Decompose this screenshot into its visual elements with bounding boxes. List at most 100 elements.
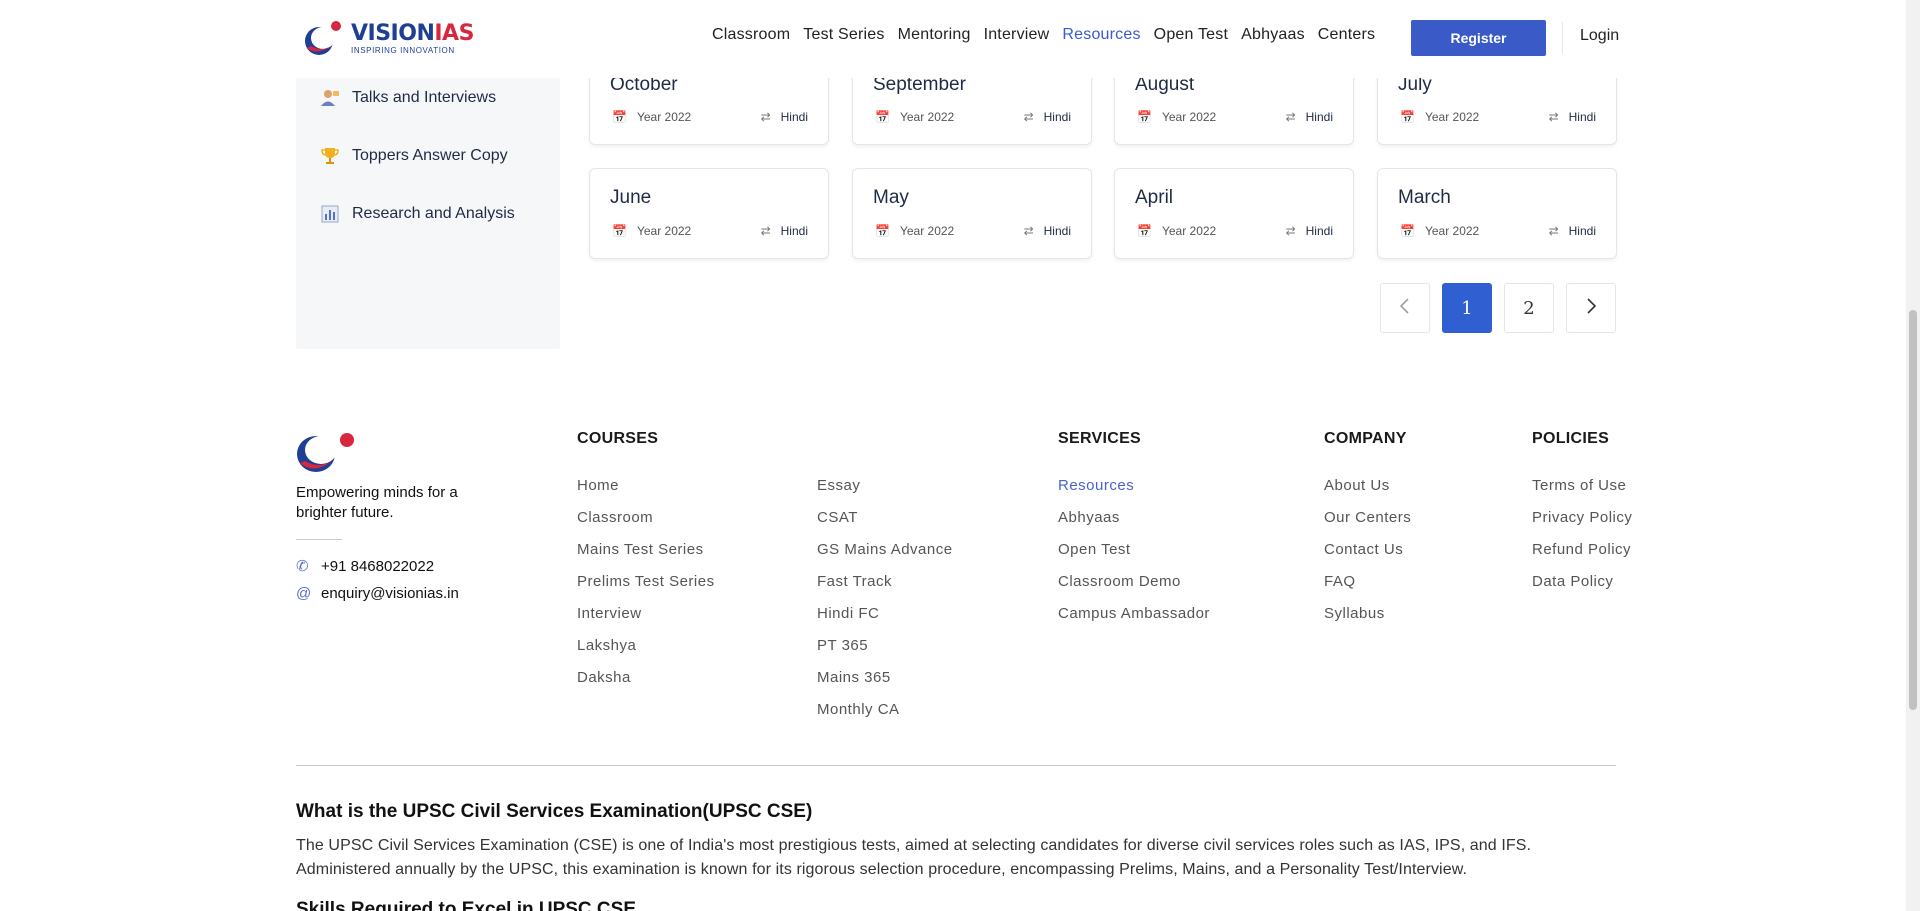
card-year-label: Year 2022 <box>1161 224 1217 238</box>
footer-tagline-divider <box>296 539 342 540</box>
footer-services-heading: SERVICES <box>1058 430 1142 447</box>
calendar-icon: 📅 <box>1137 110 1152 124</box>
footer-link-open-test[interactable]: Open Test <box>1058 541 1210 573</box>
card-month: May <box>873 187 909 208</box>
brand-logo[interactable]: VISIONIAS INSPIRING INNOVATION <box>303 20 474 58</box>
footer-link-privacy-policy[interactable]: Privacy Policy <box>1532 509 1632 541</box>
footer-link-syllabus[interactable]: Syllabus <box>1324 605 1411 637</box>
card-year: 📅 Year 2022 <box>875 110 954 124</box>
translate-icon: ⇄ <box>1548 224 1559 238</box>
footer-link-interview[interactable]: Interview <box>577 605 715 637</box>
nav-test-series[interactable]: Test Series <box>803 26 884 44</box>
resource-card-april[interactable]: April 📅 Year 2022 ⇄ Hindi <box>1114 168 1354 259</box>
footer-link-gs-mains-advance[interactable]: GS Mains Advance <box>817 541 953 573</box>
footer-link-csat[interactable]: CSAT <box>817 509 953 541</box>
footer-link-lakshya[interactable]: Lakshya <box>577 637 715 669</box>
footer-link-fast-track[interactable]: Fast Track <box>817 573 953 605</box>
card-year-label: Year 2022 <box>899 224 955 238</box>
page-scrollbar[interactable] <box>1906 0 1920 911</box>
nav-resources[interactable]: Resources <box>1062 26 1140 44</box>
nav-classroom[interactable]: Classroom <box>712 26 790 44</box>
login-link[interactable]: Login <box>1580 27 1619 45</box>
footer-link-our-centers[interactable]: Our Centers <box>1324 509 1411 541</box>
sidebar-item-talks-interviews[interactable]: Talks and Interviews <box>320 88 496 108</box>
footer-link-mains-test-series[interactable]: Mains Test Series <box>577 541 715 573</box>
card-year-label: Year 2022 <box>636 224 692 238</box>
footer-link-refund-policy[interactable]: Refund Policy <box>1532 541 1632 573</box>
footer-email-address: enquiry@visionias.in <box>321 585 459 602</box>
footer-link-daksha[interactable]: Daksha <box>577 669 715 701</box>
nav-open-test[interactable]: Open Test <box>1154 26 1228 44</box>
footer-link-abhyaas[interactable]: Abhyaas <box>1058 509 1210 541</box>
pagination-next-button[interactable] <box>1566 283 1616 333</box>
footer-courses-list-2: Essay CSAT GS Mains Advance Fast Track H… <box>817 477 953 733</box>
card-year-label: Year 2022 <box>1424 110 1480 124</box>
resource-card-june[interactable]: June 📅 Year 2022 ⇄ Hindi <box>589 168 829 259</box>
scrollbar-thumb[interactable] <box>1909 310 1917 710</box>
register-button[interactable]: Register <box>1411 20 1546 56</box>
calendar-icon: 📅 <box>612 224 627 238</box>
card-language: ⇄ Hindi <box>1549 110 1596 124</box>
footer-link-resources[interactable]: Resources <box>1058 477 1210 509</box>
card-year-label: Year 2022 <box>1424 224 1480 238</box>
footer-link-data-policy[interactable]: Data Policy <box>1532 573 1632 605</box>
footer-email[interactable]: @ enquiry@visionias.in <box>296 585 459 602</box>
nav-interview[interactable]: Interview <box>984 26 1050 44</box>
calendar-icon: 📅 <box>1400 224 1415 238</box>
card-language: ⇄ Hindi <box>1286 224 1333 238</box>
nav-abhyaas[interactable]: Abhyaas <box>1241 26 1305 44</box>
calendar-icon: 📅 <box>875 110 890 124</box>
footer-link-about-us[interactable]: About Us <box>1324 477 1411 509</box>
footer-link-classroom[interactable]: Classroom <box>577 509 715 541</box>
footer-link-campus-ambassador[interactable]: Campus Ambassador <box>1058 605 1210 637</box>
pagination-prev-button[interactable] <box>1380 283 1430 333</box>
card-year: 📅 Year 2022 <box>1400 110 1479 124</box>
card-year: 📅 Year 2022 <box>612 110 691 124</box>
nav-centers[interactable]: Centers <box>1318 26 1375 44</box>
footer-phone[interactable]: ✆ +91 8468022022 <box>296 557 435 576</box>
footer-link-classroom-demo[interactable]: Classroom Demo <box>1058 573 1210 605</box>
card-language: ⇄ Hindi <box>1549 224 1596 238</box>
footer-link-contact-us[interactable]: Contact Us <box>1324 541 1411 573</box>
card-month: April <box>1135 187 1174 208</box>
bar-chart-icon <box>320 204 340 224</box>
translate-icon: ⇄ <box>760 110 771 124</box>
pagination-page-1[interactable]: 1 <box>1442 283 1492 333</box>
translate-icon: ⇄ <box>1285 224 1296 238</box>
pagination-page-2[interactable]: 2 <box>1504 283 1554 333</box>
footer-courses-list-1: Home Classroom Mains Test Series Prelims… <box>577 477 715 701</box>
card-language: ⇄ Hindi <box>1286 110 1333 124</box>
footer-link-home[interactable]: Home <box>577 477 715 509</box>
resource-card-may[interactable]: May 📅 Year 2022 ⇄ Hindi <box>852 168 1092 259</box>
footer-link-terms-of-use[interactable]: Terms of Use <box>1532 477 1632 509</box>
footer-link-prelims-test-series[interactable]: Prelims Test Series <box>577 573 715 605</box>
footer-courses-heading: COURSES <box>577 430 659 447</box>
calendar-icon: 📅 <box>1137 224 1152 238</box>
chevron-left-icon <box>1398 297 1412 320</box>
footer-company-heading: COMPANY <box>1324 430 1407 447</box>
skills-heading: Skills Required to Excel in UPSC CSE <box>296 899 636 911</box>
card-language-label: Hindi <box>1305 110 1333 124</box>
footer-link-pt-365[interactable]: PT 365 <box>817 637 953 669</box>
footer-phone-number: +91 8468022022 <box>321 557 435 575</box>
footer-link-mains-365[interactable]: Mains 365 <box>817 669 953 701</box>
sidebar-item-toppers-answer-copy[interactable]: Toppers Answer Copy <box>320 146 508 166</box>
footer-link-faq[interactable]: FAQ <box>1324 573 1411 605</box>
card-language-label: Hindi <box>1043 110 1071 124</box>
footer-link-monthly-ca[interactable]: Monthly CA <box>817 701 953 733</box>
person-talk-icon <box>320 88 340 108</box>
main-nav: Classroom Test Series Mentoring Intervie… <box>712 26 1375 44</box>
chevron-right-icon <box>1584 297 1598 320</box>
logo-mark-icon <box>303 20 343 58</box>
footer-link-essay[interactable]: Essay <box>817 477 953 509</box>
about-upsc-text: The UPSC Civil Services Examination (CSE… <box>296 837 1532 878</box>
brand-tagline: INSPIRING INNOVATION <box>351 46 455 55</box>
resource-card-march[interactable]: March 📅 Year 2022 ⇄ Hindi <box>1377 168 1617 259</box>
sidebar-item-research-analysis[interactable]: Research and Analysis <box>320 204 515 224</box>
footer-policies-heading: POLICIES <box>1532 430 1610 447</box>
calendar-icon: 📅 <box>612 110 627 124</box>
resources-sidebar: Talks and Interviews Toppers Answer Copy… <box>296 60 560 349</box>
translate-icon: ⇄ <box>1023 110 1034 124</box>
nav-mentoring[interactable]: Mentoring <box>898 26 971 44</box>
footer-link-hindi-fc[interactable]: Hindi FC <box>817 605 953 637</box>
